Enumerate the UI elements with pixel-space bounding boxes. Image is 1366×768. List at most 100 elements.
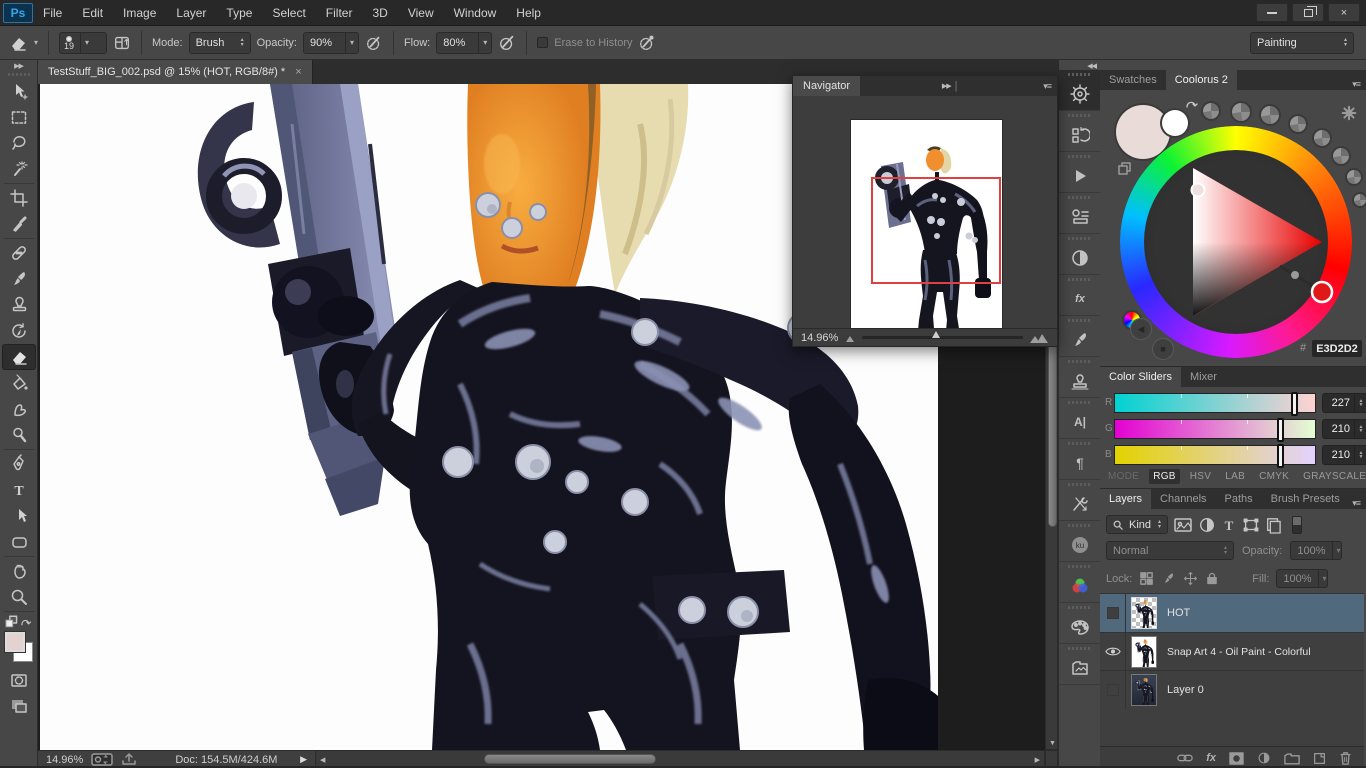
- paint-bucket-tool[interactable]: [2, 370, 36, 396]
- layer-name[interactable]: HOT: [1167, 607, 1190, 619]
- tool-preset-arrow-icon[interactable]: ▾: [34, 38, 38, 47]
- navigator-zoom-value[interactable]: 14.96%: [801, 332, 838, 344]
- workspace-switcher[interactable]: Painting ▴▾: [1250, 32, 1354, 54]
- menu-type[interactable]: Type: [216, 6, 262, 20]
- dock-color-dynamics[interactable]: [1059, 562, 1101, 603]
- layer-row-hot[interactable]: HOT: [1100, 594, 1364, 632]
- screen-mode-button[interactable]: [2, 693, 36, 719]
- color-scheme-dot[interactable]: [1230, 101, 1252, 123]
- menu-window[interactable]: Window: [444, 6, 507, 20]
- default-colors-icon[interactable]: [5, 615, 19, 629]
- dock-tool-presets[interactable]: [1059, 193, 1101, 234]
- visibility-cell[interactable]: [1100, 594, 1126, 632]
- dock-library[interactable]: [1059, 644, 1101, 685]
- menu-file[interactable]: File: [33, 6, 72, 20]
- layer-thumbnail[interactable]: [1131, 674, 1157, 706]
- dock-measure-tools[interactable]: [1059, 480, 1101, 521]
- mode-hsv[interactable]: HSV: [1186, 469, 1215, 484]
- eye-icon[interactable]: [1105, 646, 1121, 657]
- navigator-view-box[interactable]: [871, 177, 1001, 284]
- flow-dropdown[interactable]: 80% ▾: [436, 32, 492, 54]
- layer-thumbnail[interactable]: [1131, 636, 1157, 668]
- erase-to-history-checkbox[interactable]: [537, 37, 548, 48]
- lock-pixels-icon[interactable]: [1161, 571, 1176, 586]
- collapse-tools-icon[interactable]: ▶▶: [0, 60, 37, 70]
- move-tool[interactable]: [2, 78, 36, 104]
- blue-slider-thumb[interactable]: [1277, 444, 1284, 468]
- dock-actions[interactable]: [1059, 152, 1101, 193]
- kind-filter-dropdown[interactable]: Kind ▴▾: [1106, 515, 1168, 534]
- mode-dropdown[interactable]: Brush ▴▾: [189, 32, 251, 54]
- menu-filter[interactable]: Filter: [316, 6, 363, 20]
- panel-menu-icon[interactable]: ▾≡: [1352, 79, 1366, 90]
- stepper-icon[interactable]: ▲▼: [1354, 420, 1366, 438]
- minimize-button[interactable]: [1256, 3, 1288, 22]
- red-slider[interactable]: [1114, 393, 1316, 413]
- close-document-icon[interactable]: ×: [295, 66, 301, 78]
- green-value-box[interactable]: 210▲▼: [1322, 419, 1366, 439]
- filter-toggle-switch[interactable]: [1292, 516, 1302, 534]
- zoom-in-icon[interactable]: [1029, 332, 1049, 344]
- magic-wand-tool[interactable]: [2, 156, 36, 182]
- square-mode-button[interactable]: ■: [1152, 338, 1174, 360]
- triangle-mode-button[interactable]: ◀: [1130, 318, 1152, 340]
- quick-mask-button[interactable]: [2, 667, 36, 693]
- new-group-icon[interactable]: [1284, 752, 1300, 765]
- blue-slider[interactable]: [1114, 445, 1316, 465]
- filter-pixel-layers-icon[interactable]: [1173, 516, 1193, 534]
- dock-swatches-palette[interactable]: [1059, 603, 1101, 644]
- spot-healing-brush-tool[interactable]: [2, 240, 36, 266]
- navigator-zoom-slider[interactable]: [862, 336, 1023, 339]
- menu-edit[interactable]: Edit: [72, 6, 113, 20]
- brush-size-picker[interactable]: 19 ▾: [59, 32, 107, 54]
- tab-swatches[interactable]: Swatches: [1100, 70, 1166, 90]
- dock-adjustments[interactable]: [1059, 234, 1101, 275]
- layer-row-snapart[interactable]: Snap Art 4 - Oil Paint - Colorful: [1100, 632, 1364, 670]
- export-icon[interactable]: [121, 753, 137, 766]
- navigator-tab[interactable]: Navigator: [793, 76, 860, 96]
- color-scheme-dot[interactable]: [1352, 192, 1366, 208]
- layer-name[interactable]: Layer 0: [1167, 684, 1204, 696]
- menu-help[interactable]: Help: [506, 6, 551, 20]
- smudge-tool[interactable]: [2, 396, 36, 422]
- add-mask-icon[interactable]: [1229, 752, 1244, 765]
- shape-tool[interactable]: [2, 529, 36, 555]
- path-selection-tool[interactable]: [2, 503, 36, 529]
- pressure-size-icon[interactable]: [638, 34, 656, 52]
- red-slider-thumb[interactable]: [1291, 392, 1298, 416]
- document-tab[interactable]: TestStuff_BIG_002.psd @ 15% (HOT, RGB/8#…: [38, 60, 313, 84]
- scroll-left-icon[interactable]: ◀: [320, 756, 325, 764]
- opacity-dropdown[interactable]: 90% ▾: [303, 32, 359, 54]
- rectangular-marquee-tool[interactable]: [2, 104, 36, 130]
- stepper-icon[interactable]: ▲▼: [1354, 446, 1366, 464]
- layer-opacity-dropdown[interactable]: 100%▾: [1290, 541, 1342, 560]
- tab-brush-presets[interactable]: Brush Presets: [1262, 489, 1349, 509]
- stepper-icon[interactable]: ▲▼: [1354, 394, 1366, 412]
- lock-position-icon[interactable]: [1183, 571, 1198, 586]
- mode-rgb[interactable]: RGB: [1149, 469, 1180, 484]
- dock-kuler[interactable]: ku: [1059, 521, 1101, 562]
- doc-size-info[interactable]: Doc: 154.5M/424.6M: [175, 754, 277, 766]
- eraser-tool[interactable]: [2, 344, 36, 370]
- filter-shape-layers-icon[interactable]: [1242, 516, 1260, 534]
- status-expand-icon[interactable]: ▶: [300, 754, 307, 765]
- dock-clone-source[interactable]: [1059, 357, 1101, 398]
- swap-colors-icon[interactable]: [1184, 98, 1200, 112]
- color-scheme-dot[interactable]: [1259, 104, 1281, 126]
- visibility-cell[interactable]: [1100, 633, 1126, 671]
- hue-selector[interactable]: [1312, 282, 1332, 302]
- tab-layers[interactable]: Layers: [1100, 489, 1151, 509]
- mode-grayscale[interactable]: GRAYSCALE: [1299, 469, 1366, 484]
- airbrush-icon[interactable]: [498, 34, 516, 52]
- new-layer-icon[interactable]: [1313, 752, 1326, 765]
- menu-view[interactable]: View: [398, 6, 444, 20]
- dock-history[interactable]: [1059, 111, 1101, 152]
- mode-cmyk[interactable]: CMYK: [1255, 469, 1293, 484]
- delete-layer-icon[interactable]: [1339, 751, 1352, 765]
- collapse-panel-icon[interactable]: ▶▶: [942, 82, 951, 90]
- sync-settings-icon[interactable]: [91, 753, 113, 766]
- menu-image[interactable]: Image: [113, 6, 166, 20]
- panel-menu-icon[interactable]: ▾≡: [1043, 81, 1057, 92]
- dodge-tool[interactable]: [2, 422, 36, 448]
- tab-mixer[interactable]: Mixer: [1181, 367, 1226, 387]
